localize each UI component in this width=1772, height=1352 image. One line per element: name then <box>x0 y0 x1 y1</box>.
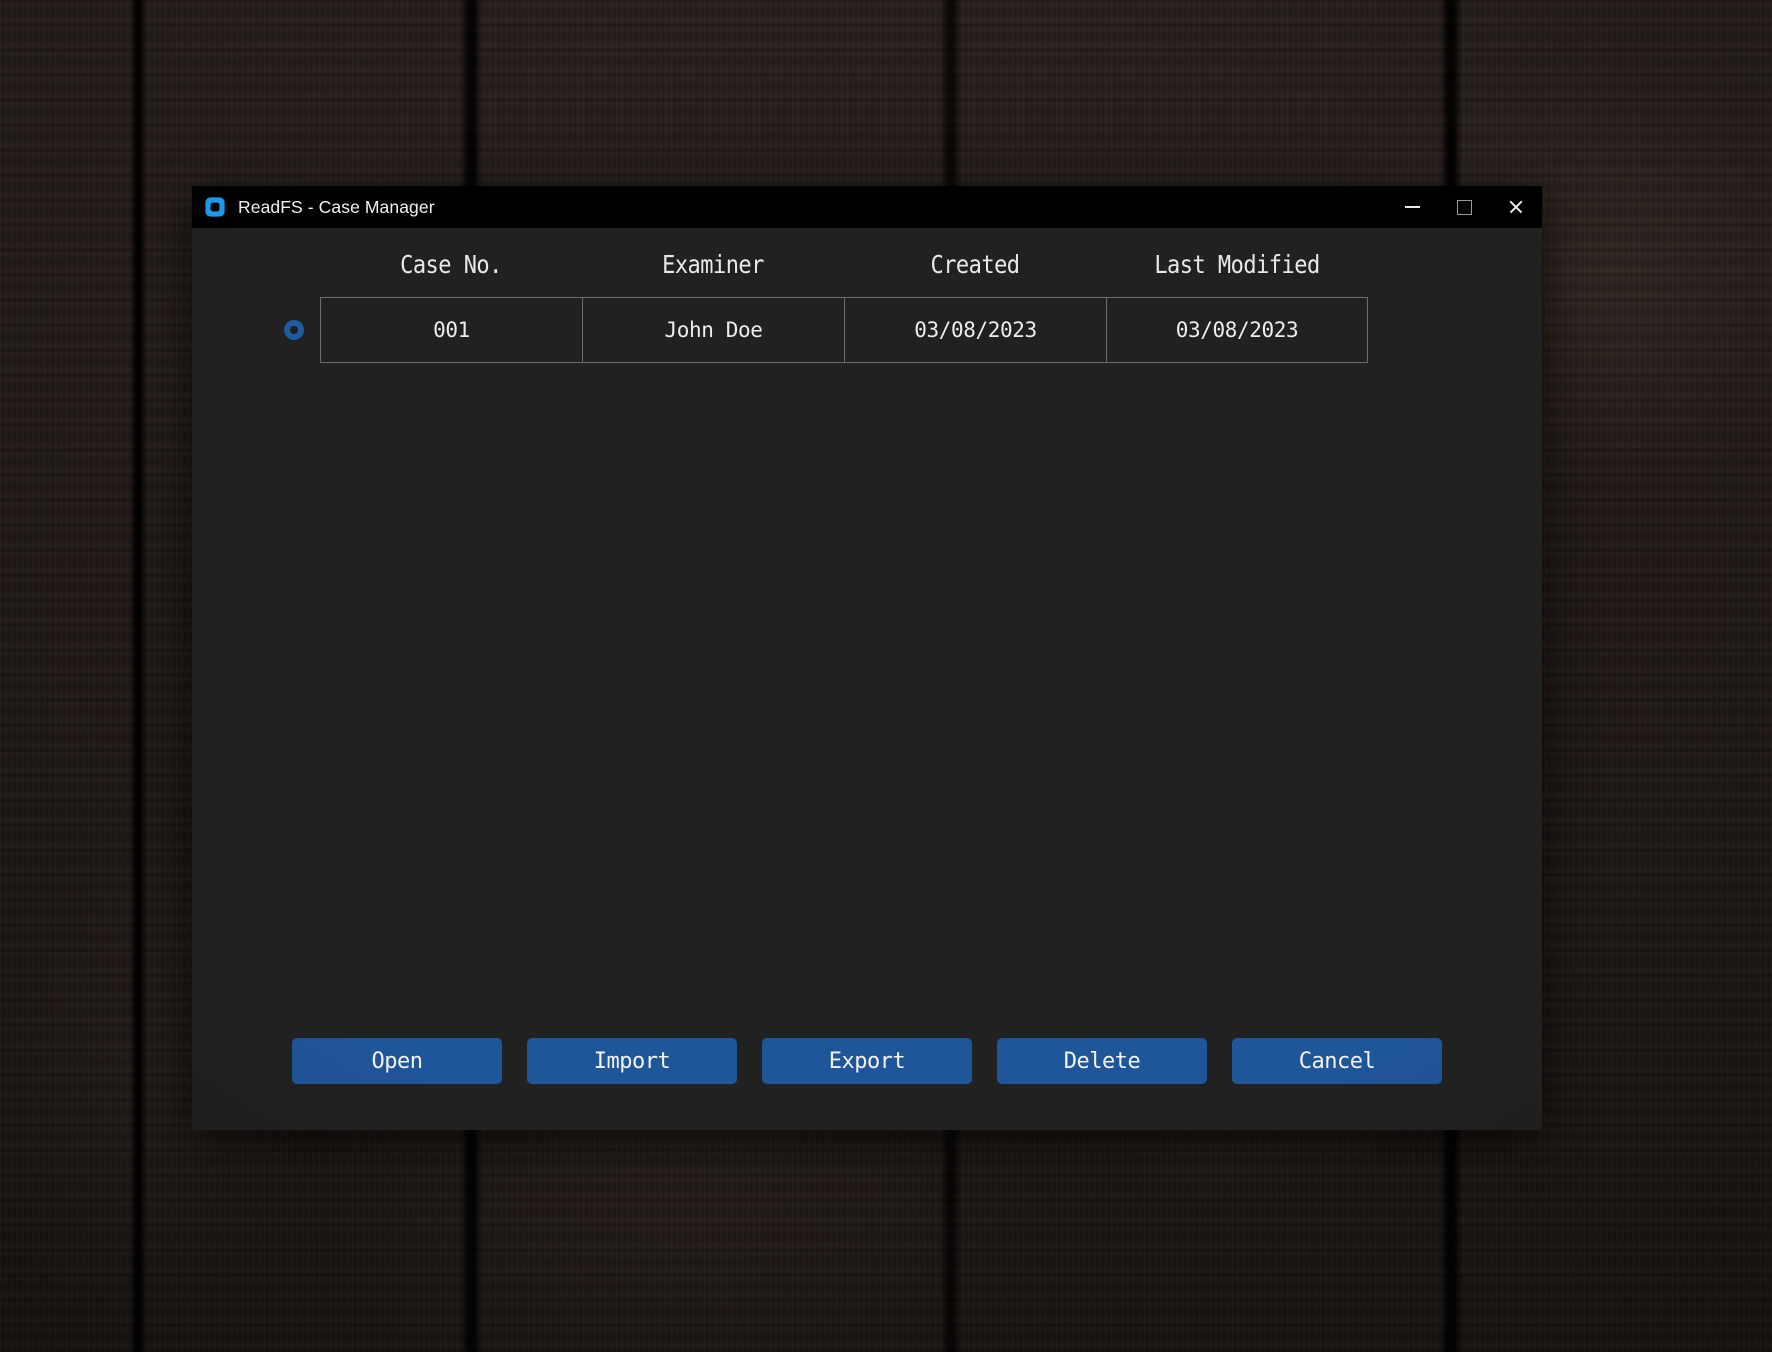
radio-selected-icon <box>284 320 304 340</box>
maximize-icon <box>1456 199 1472 215</box>
row-select-radio[interactable] <box>284 320 320 340</box>
minimize-icon <box>1404 206 1420 208</box>
export-button[interactable]: Export <box>762 1038 972 1084</box>
open-button[interactable]: Open <box>292 1038 502 1084</box>
table-row-cells: 001 John Doe 03/08/2023 03/08/2023 <box>320 297 1368 363</box>
cell-created: 03/08/2023 <box>844 297 1106 363</box>
action-button-bar: Open Import Export Delete Cancel <box>192 1038 1542 1084</box>
window-controls <box>1386 186 1542 228</box>
table-header-row: Case No. Examiner Created Last Modified <box>284 250 1496 297</box>
column-header-created: Created <box>930 250 1020 279</box>
window-title: ReadFS - Case Manager <box>238 196 435 217</box>
minimize-button[interactable] <box>1386 186 1438 228</box>
column-header-examiner: Examiner <box>662 250 764 279</box>
title-bar[interactable]: ReadFS - Case Manager <box>192 186 1542 228</box>
window-body: Case No. Examiner Created Last Modified … <box>192 228 1542 1130</box>
maximize-button[interactable] <box>1438 186 1490 228</box>
cell-last-modified: 03/08/2023 <box>1106 297 1368 363</box>
column-header-case-no: Case No. <box>400 250 502 279</box>
readfs-app-icon <box>205 197 225 217</box>
desktop-wallpaper: ReadFS - Case Manager Case No. Examiner <box>0 0 1772 1352</box>
table-row[interactable]: 001 John Doe 03/08/2023 03/08/2023 <box>284 297 1496 363</box>
radio-inner-dot <box>290 326 298 334</box>
case-manager-window: ReadFS - Case Manager Case No. Examiner <box>192 186 1542 1130</box>
cell-examiner: John Doe <box>582 297 844 363</box>
cancel-button[interactable]: Cancel <box>1232 1038 1442 1084</box>
delete-button[interactable]: Delete <box>997 1038 1207 1084</box>
import-button[interactable]: Import <box>527 1038 737 1084</box>
case-table: Case No. Examiner Created Last Modified … <box>284 250 1496 363</box>
close-button[interactable] <box>1490 186 1542 228</box>
cell-case-no: 001 <box>320 297 582 363</box>
column-header-last-modified: Last Modified <box>1154 250 1320 279</box>
close-icon <box>1508 199 1524 215</box>
